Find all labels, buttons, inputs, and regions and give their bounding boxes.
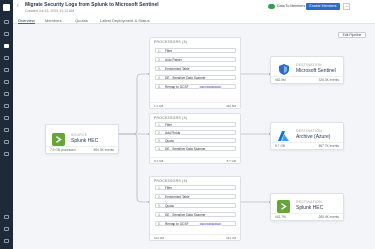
processor-row[interactable]: 1. Filter: [155, 48, 236, 53]
processor-index: 1.: [158, 186, 161, 190]
card-stat-left: 462.5M: [275, 78, 286, 82]
card-footer: 8.7 GB 857.7K events: [271, 142, 343, 149]
processor-row[interactable]: 3. Quota: [155, 203, 236, 208]
processor-stat-right: 462.5M: [225, 104, 236, 108]
processor-label: Filter: [165, 49, 173, 53]
splunk-logo-icon: [277, 200, 290, 213]
processor-row[interactable]: 4. DE - Sensitive Data Scanner: [155, 146, 236, 151]
processor-row[interactable]: 2. Enrichment Table: [155, 194, 236, 199]
card-footer: 442.7M 285.4K events: [271, 213, 343, 220]
processor-group[interactable]: PROCESSORS (5) 1. Filter 2. Auto Parser …: [149, 37, 241, 109]
destination-card[interactable]: DESTINATION Microsoft Sentinel 462.5M 32…: [270, 56, 344, 84]
processor-index: 5.: [158, 85, 161, 89]
processor-group[interactable]: PROCESSORS (5) 1. Filter 2. Enrichment T…: [149, 176, 241, 241]
processor-row[interactable]: 2. Add Fields: [155, 130, 236, 135]
processor-group[interactable]: PROCESSORS (4) 1. Filter 2. Add Fields 3…: [149, 113, 241, 164]
processor-label: Filter: [165, 186, 173, 190]
processor-index: 3.: [158, 67, 161, 71]
processor-label: Add Fields: [165, 131, 181, 135]
processor-label: Quota: [165, 204, 174, 208]
processor-group-header: PROCESSORS (5): [154, 40, 188, 44]
processor-row[interactable]: 3. Quota: [155, 138, 236, 143]
processor-row[interactable]: 1. Filter: [155, 122, 236, 127]
destination-card[interactable]: DESTINATION Splunk HEC 442.7M 285.4K eve…: [270, 193, 344, 221]
azure-logo-icon: [277, 129, 290, 142]
processor-row[interactable]: 2. Auto Parser: [155, 57, 236, 62]
processor-index: 1.: [158, 49, 161, 53]
processor-row[interactable]: 1. Filter: [155, 185, 236, 190]
card-kind: DESTINATION: [296, 129, 322, 133]
processor-row[interactable]: 4. DE - Sensitive Data Scanner: [155, 212, 236, 217]
card-name: Archive (Azure): [296, 134, 331, 140]
processor-stat-left: 1.4 GB: [154, 104, 164, 108]
card-kind: SOURCE: [71, 133, 88, 137]
processor-label: Quota: [165, 139, 174, 143]
processor-label: DE - Sensitive Data Scanner: [165, 213, 206, 217]
processor-row[interactable]: 5. Remap to OCSF RECOMMENDED: [155, 84, 236, 89]
processor-stat-right: 442.7M: [225, 236, 236, 240]
processor-stat-left: 6.4 GB: [154, 159, 164, 163]
processor-label: Filter: [165, 123, 173, 127]
processor-row[interactable]: 5. Remap to OCSF RECOMMENDED: [155, 221, 236, 226]
card-name: Microsoft Sentinel: [296, 68, 336, 74]
processor-row[interactable]: 3. Enrichment Table: [155, 66, 236, 71]
card-kind: DESTINATION: [296, 200, 322, 204]
card-stat-left: 7.9 GB processed: [50, 148, 76, 152]
processor-group-header: PROCESSORS (4): [154, 116, 188, 120]
card-stat-right: 285.4K events: [318, 215, 339, 219]
processor-stat-left: 612.2M: [154, 236, 165, 240]
processor-label: Remap to OCSF: [165, 222, 189, 226]
splunk-logo-icon: [52, 133, 65, 146]
card-kind: DESTINATION: [296, 63, 322, 67]
processor-footer: 612.2M 442.7M: [150, 234, 240, 240]
connector-source-to-proc-3: [119, 133, 149, 203]
card-name: Splunk HEC: [296, 205, 324, 211]
processor-index: 4.: [158, 213, 161, 217]
recommended-badge: RECOMMENDED: [199, 85, 222, 89]
processor-label: Remap to OCSF: [165, 85, 189, 89]
processor-index: 4.: [158, 76, 161, 80]
processor-label: DE - Sensitive Data Scanner: [165, 147, 206, 151]
processor-label: DE - Sensitive Data Scanner: [165, 76, 206, 80]
card-stat-right: 325.3K events: [318, 78, 339, 82]
processor-index: 4.: [158, 147, 161, 151]
processor-label: Enrichment Table: [165, 195, 190, 199]
card-name: Splunk HEC: [71, 138, 99, 144]
connector-source-to-proc-1: [119, 73, 149, 135]
processor-row[interactable]: 4. DE - Sensitive Data Scanner: [155, 75, 236, 80]
processor-index: 5.: [158, 222, 161, 226]
processor-label: Enrichment Table: [165, 67, 190, 71]
card-footer: 462.5M 325.3K events: [271, 76, 343, 83]
card-stat-right: 894.3K events: [93, 148, 114, 152]
recommended-badge: RECOMMENDED: [199, 222, 222, 226]
sentinel-shield-icon: [277, 63, 290, 76]
processor-index: 2.: [158, 195, 161, 199]
card-stat-left: 442.7M: [275, 215, 286, 219]
processor-footer: 1.4 GB 462.5M: [150, 102, 240, 108]
card-footer: 7.9 GB processed 894.3K events: [46, 146, 118, 153]
card-stat-right: 857.7K events: [318, 144, 339, 148]
processor-label: Auto Parser: [165, 58, 182, 62]
processor-footer: 6.4 GB 8.7 GB: [150, 157, 240, 163]
processor-index: 3.: [158, 204, 161, 208]
processor-index: 1.: [158, 123, 161, 127]
processor-group-header: PROCESSORS (5): [154, 179, 188, 183]
processor-index: 2.: [158, 131, 161, 135]
processor-index: 2.: [158, 58, 161, 62]
destination-card[interactable]: DESTINATION Archive (Azure) 8.7 GB 857.7…: [270, 122, 344, 150]
processor-stat-right: 8.7 GB: [226, 159, 236, 163]
source-card[interactable]: SOURCE Splunk HEC 7.9 GB processed 894.3…: [45, 124, 119, 154]
processor-index: 3.: [158, 139, 161, 143]
card-stat-left: 8.7 GB: [275, 144, 285, 148]
